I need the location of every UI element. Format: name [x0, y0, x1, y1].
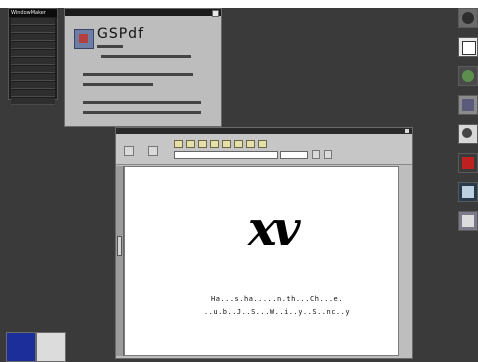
gears-icon[interactable]	[458, 124, 478, 144]
about-window-titlebar[interactable]	[65, 9, 221, 17]
top-frame	[0, 0, 478, 8]
document-canvas	[124, 166, 399, 356]
about-text-line	[83, 111, 201, 114]
page-up-button[interactable]	[324, 150, 332, 159]
xv-caption-line-1: Ha...s.ha.....n.th...Ch...e.	[210, 295, 343, 303]
gspdf-logo-icon	[74, 29, 94, 49]
page-down-button[interactable]	[312, 150, 320, 159]
clip-menu-item[interactable]	[11, 26, 55, 33]
clip-menu-item[interactable]	[11, 42, 55, 49]
right-dock	[456, 8, 478, 248]
clip-menu-item[interactable]	[11, 82, 55, 89]
toolbar-icon[interactable]	[234, 140, 243, 148]
close-icon[interactable]	[405, 129, 409, 133]
xv-caption-line-2: ..u.b..J..S...W..i..y..S..nc..y	[203, 308, 351, 316]
toolbar-icon[interactable]	[198, 140, 207, 148]
vertical-scrollbar[interactable]	[116, 166, 124, 356]
globe-icon[interactable]	[458, 66, 478, 86]
clip-menu-item[interactable]	[11, 90, 55, 97]
toolbar-icon[interactable]	[210, 140, 219, 148]
about-window[interactable]: GSPdf	[64, 8, 222, 127]
blue-workspace-icon[interactable]	[6, 332, 36, 362]
clip-menu-item[interactable]	[11, 98, 55, 105]
close-icon[interactable]	[212, 10, 219, 17]
scrollbar-thumb[interactable]	[117, 236, 122, 256]
page-field[interactable]	[280, 151, 308, 159]
clip-menu-title: WindowMaker	[9, 9, 57, 17]
about-text-line	[83, 73, 193, 76]
toolbar-icon[interactable]	[246, 140, 255, 148]
clip-menu-panel[interactable]: WindowMaker	[8, 8, 58, 105]
file-path-field[interactable]	[174, 151, 278, 159]
toolbar-icon[interactable]	[186, 140, 195, 148]
toolbar-icon[interactable]	[222, 140, 231, 148]
paper-icon[interactable]	[458, 37, 478, 57]
clip-menu-item[interactable]	[11, 74, 55, 81]
xv-toolbar	[116, 134, 412, 165]
red-book-icon[interactable]	[458, 153, 478, 173]
wrench-icon[interactable]	[458, 211, 478, 231]
clip-menu-item[interactable]	[11, 34, 55, 41]
xv-logo: xv	[248, 201, 300, 257]
clock-icon[interactable]	[36, 332, 66, 362]
toolbar-icon[interactable]	[174, 140, 183, 148]
key-icon[interactable]	[458, 95, 478, 115]
netscape-icon[interactable]	[458, 182, 478, 202]
about-text-line	[83, 83, 153, 86]
clip-menu-item[interactable]	[11, 18, 55, 25]
about-text-line	[97, 45, 123, 48]
toolbar-icon[interactable]	[258, 140, 267, 148]
about-text-line	[83, 101, 201, 104]
clip-menu-item[interactable]	[11, 58, 55, 65]
clip-menu-item[interactable]	[11, 66, 55, 73]
next-page-button[interactable]	[148, 146, 158, 156]
about-app-name: GSPdf	[97, 26, 144, 42]
about-text-line	[101, 55, 191, 58]
clip-menu-item[interactable]	[11, 50, 55, 57]
prev-page-button[interactable]	[124, 146, 134, 156]
terminal-icon[interactable]	[458, 8, 478, 28]
